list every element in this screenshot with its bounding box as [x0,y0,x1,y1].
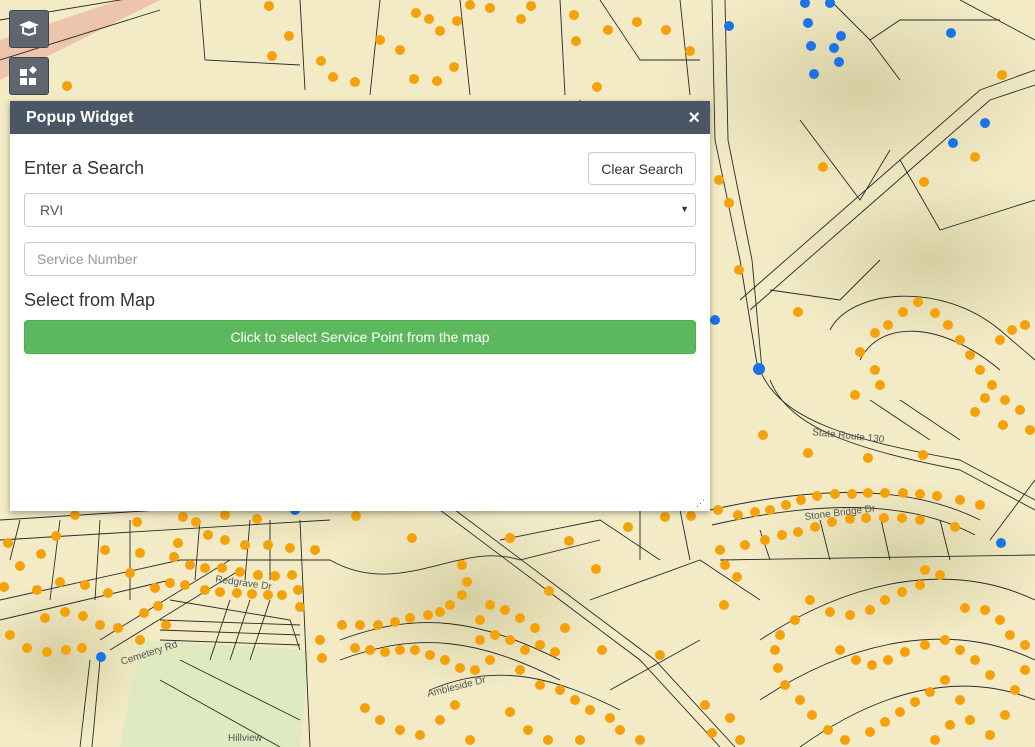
layers-button[interactable] [9,10,49,48]
caret-down-icon: ▼ [680,204,689,214]
search-type-value: RVI [40,202,64,218]
resize-handle-icon[interactable]: ⋰ [696,498,705,509]
search-type-select[interactable]: RVI ▼ [24,193,696,227]
popup-widget: Popup Widget × Enter a Search Clear Sear… [10,101,710,511]
select-from-map-heading: Select from Map [24,290,156,310]
close-icon[interactable]: × [688,108,700,128]
place-label-hillview: Hillview [228,733,263,744]
widgets-button[interactable] [9,57,49,95]
search-heading: Enter a Search [24,158,145,178]
service-number-input[interactable] [24,242,696,276]
widgets-icon [18,65,40,87]
popup-header: Popup Widget × [10,101,710,134]
clear-search-button[interactable]: Clear Search [588,152,696,185]
select-from-map-button[interactable]: Click to select Service Point from the m… [24,320,696,354]
layers-icon [17,19,41,39]
popup-title: Popup Widget [26,108,134,126]
